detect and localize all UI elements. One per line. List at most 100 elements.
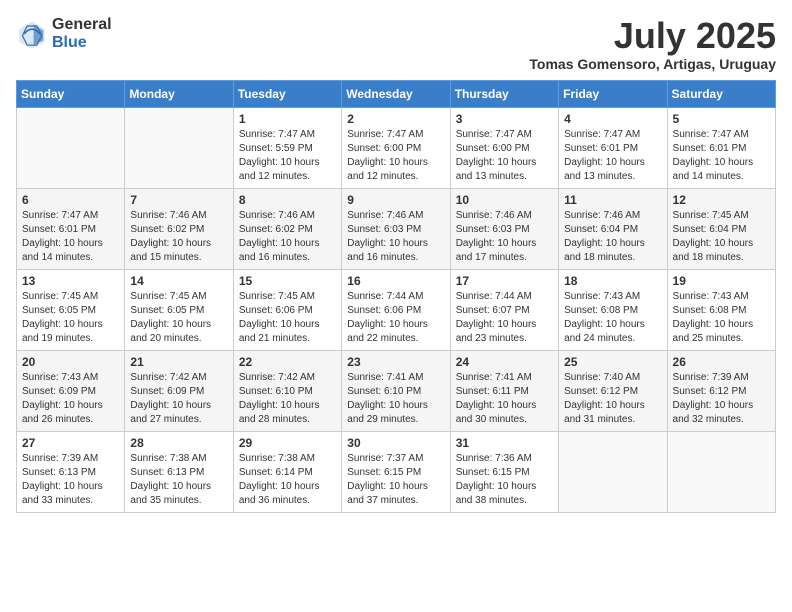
calendar-cell: 28 Sunrise: 7:38 AM Sunset: 6:13 PM Dayli… [125,431,233,512]
day-info: Sunrise: 7:39 AM Sunset: 6:13 PM Dayligh… [22,452,119,508]
day-info: Sunrise: 7:46 AM Sunset: 6:04 PM Dayligh… [564,209,661,265]
day-info: Sunrise: 7:43 AM Sunset: 6:09 PM Dayligh… [22,371,119,427]
calendar-cell: 23Sunrise: 7:41 AM Sunset: 6:10 PM Dayli… [342,350,450,431]
calendar-cell: 19 Sunrise: 7:43 AM Sunset: 6:08 PM Dayli… [667,269,775,350]
day-number: 27 [22,436,119,450]
calendar-cell [559,431,667,512]
day-info: Sunrise: 7:42 AM Sunset: 6:09 PM Dayligh… [130,371,227,427]
day-number: 19 [673,274,770,288]
page-header: General Blue July 2025 Tomas Gomensoro, … [16,16,776,72]
calendar-week-row: 6 Sunrise: 7:47 AM Sunset: 6:01 PM Daylig… [17,188,776,269]
day-info: Sunrise: 7:39 AM Sunset: 6:12 PM Dayligh… [673,371,770,427]
day-number: 28 [130,436,227,450]
calendar-cell: 11 Sunrise: 7:46 AM Sunset: 6:04 PM Dayli… [559,188,667,269]
day-info: Sunrise: 7:43 AM Sunset: 6:08 PM Dayligh… [673,290,770,346]
calendar-cell: 30 Sunrise: 7:37 AM Sunset: 6:15 PM Dayli… [342,431,450,512]
calendar-week-row: 27 Sunrise: 7:39 AM Sunset: 6:13 PM Dayli… [17,431,776,512]
day-info: Sunrise: 7:47 AM Sunset: 6:01 PM Dayligh… [22,209,119,265]
weekday-header-monday: Monday [125,80,233,107]
day-info: Sunrise: 7:45 AM Sunset: 6:04 PM Dayligh… [673,209,770,265]
calendar-cell: 8Sunrise: 7:46 AM Sunset: 6:02 PM Daylig… [233,188,341,269]
calendar-cell: 20 Sunrise: 7:43 AM Sunset: 6:09 PM Dayli… [17,350,125,431]
calendar-cell: 13Sunrise: 7:45 AM Sunset: 6:05 PM Dayli… [17,269,125,350]
day-info: Sunrise: 7:38 AM Sunset: 6:14 PM Dayligh… [239,452,336,508]
day-number: 1 [239,112,336,126]
day-number: 10 [456,193,553,207]
calendar-cell: 31Sunrise: 7:36 AM Sunset: 6:15 PM Dayli… [450,431,558,512]
calendar-cell: 1 Sunrise: 7:47 AM Sunset: 5:59 PM Daylig… [233,107,341,188]
day-info: Sunrise: 7:41 AM Sunset: 6:11 PM Dayligh… [456,371,553,427]
weekday-header-friday: Friday [559,80,667,107]
calendar-cell: 29 Sunrise: 7:38 AM Sunset: 6:14 PM Dayli… [233,431,341,512]
logo-blue-text: Blue [52,34,112,52]
calendar-cell: 10 Sunrise: 7:46 AM Sunset: 6:03 PM Dayli… [450,188,558,269]
day-info: Sunrise: 7:40 AM Sunset: 6:12 PM Dayligh… [564,371,661,427]
logo-icon [16,18,48,50]
day-number: 5 [673,112,770,126]
calendar-cell [125,107,233,188]
calendar-cell: 5 Sunrise: 7:47 AM Sunset: 6:01 PM Daylig… [667,107,775,188]
day-number: 6 [22,193,119,207]
day-info: Sunrise: 7:46 AM Sunset: 6:03 PM Dayligh… [347,209,444,265]
day-info: Sunrise: 7:37 AM Sunset: 6:15 PM Dayligh… [347,452,444,508]
calendar-cell [17,107,125,188]
day-info: Sunrise: 7:47 AM Sunset: 6:00 PM Dayligh… [347,128,444,184]
day-info: Sunrise: 7:46 AM Sunset: 6:02 PM Dayligh… [130,209,227,265]
day-number: 25 [564,355,661,369]
calendar-cell: 25 Sunrise: 7:40 AM Sunset: 6:12 PM Dayli… [559,350,667,431]
weekday-header-sunday: Sunday [17,80,125,107]
day-number: 15 [239,274,336,288]
day-number: 16 [347,274,444,288]
day-number: 14 [130,274,227,288]
day-info: Sunrise: 7:47 AM Sunset: 6:01 PM Dayligh… [673,128,770,184]
calendar-week-row: 1 Sunrise: 7:47 AM Sunset: 5:59 PM Daylig… [17,107,776,188]
day-info: Sunrise: 7:43 AM Sunset: 6:08 PM Dayligh… [564,290,661,346]
day-number: 17 [456,274,553,288]
calendar-table: SundayMondayTuesdayWednesdayThursdayFrid… [16,80,776,513]
day-number: 29 [239,436,336,450]
weekday-header-wednesday: Wednesday [342,80,450,107]
weekday-header-tuesday: Tuesday [233,80,341,107]
calendar-cell: 24 Sunrise: 7:41 AM Sunset: 6:11 PM Dayli… [450,350,558,431]
day-number: 2 [347,112,444,126]
calendar-cell: 21 Sunrise: 7:42 AM Sunset: 6:09 PM Dayli… [125,350,233,431]
day-info: Sunrise: 7:47 AM Sunset: 6:01 PM Dayligh… [564,128,661,184]
logo-text: General Blue [52,16,112,51]
day-number: 3 [456,112,553,126]
calendar-cell [667,431,775,512]
day-info: Sunrise: 7:47 AM Sunset: 5:59 PM Dayligh… [239,128,336,184]
calendar-cell: 4Sunrise: 7:47 AM Sunset: 6:01 PM Daylig… [559,107,667,188]
calendar-cell: 6 Sunrise: 7:47 AM Sunset: 6:01 PM Daylig… [17,188,125,269]
day-number: 24 [456,355,553,369]
calendar-cell: 15 Sunrise: 7:45 AM Sunset: 6:06 PM Dayli… [233,269,341,350]
calendar-cell: 18 Sunrise: 7:43 AM Sunset: 6:08 PM Dayli… [559,269,667,350]
day-info: Sunrise: 7:42 AM Sunset: 6:10 PM Dayligh… [239,371,336,427]
calendar-cell: 26Sunrise: 7:39 AM Sunset: 6:12 PM Dayli… [667,350,775,431]
day-info: Sunrise: 7:38 AM Sunset: 6:13 PM Dayligh… [130,452,227,508]
calendar-cell: 9 Sunrise: 7:46 AM Sunset: 6:03 PM Daylig… [342,188,450,269]
weekday-header-thursday: Thursday [450,80,558,107]
day-info: Sunrise: 7:44 AM Sunset: 6:07 PM Dayligh… [456,290,553,346]
weekday-header-saturday: Saturday [667,80,775,107]
day-info: Sunrise: 7:45 AM Sunset: 6:05 PM Dayligh… [22,290,119,346]
day-number: 21 [130,355,227,369]
day-number: 22 [239,355,336,369]
day-number: 7 [130,193,227,207]
day-number: 31 [456,436,553,450]
logo: General Blue [16,16,112,51]
day-number: 20 [22,355,119,369]
month-title: July 2025 [529,16,776,56]
calendar-week-row: 13Sunrise: 7:45 AM Sunset: 6:05 PM Dayli… [17,269,776,350]
day-number: 18 [564,274,661,288]
location-subtitle: Tomas Gomensoro, Artigas, Uruguay [529,56,776,72]
logo-general-text: General [52,16,112,34]
day-info: Sunrise: 7:44 AM Sunset: 6:06 PM Dayligh… [347,290,444,346]
title-area: July 2025 Tomas Gomensoro, Artigas, Urug… [529,16,776,72]
day-info: Sunrise: 7:45 AM Sunset: 6:06 PM Dayligh… [239,290,336,346]
day-number: 30 [347,436,444,450]
day-number: 9 [347,193,444,207]
calendar-cell: 16 Sunrise: 7:44 AM Sunset: 6:06 PM Dayli… [342,269,450,350]
day-number: 23 [347,355,444,369]
day-info: Sunrise: 7:46 AM Sunset: 6:03 PM Dayligh… [456,209,553,265]
day-number: 11 [564,193,661,207]
